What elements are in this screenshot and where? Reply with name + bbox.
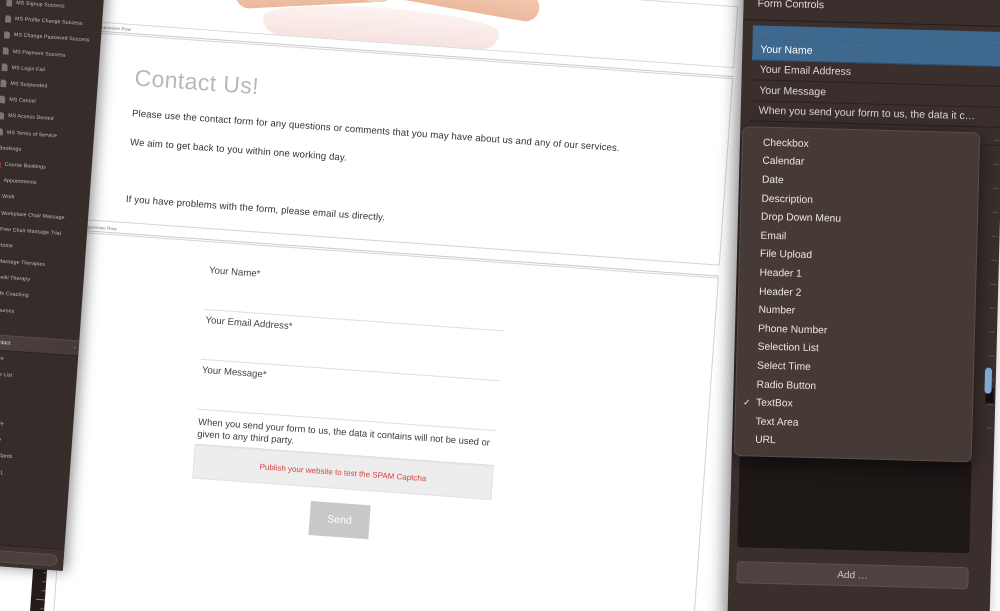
sidebar-item-label: MS Signup Success xyxy=(16,0,65,10)
ruler-tick xyxy=(42,572,47,574)
ruler-tick xyxy=(35,598,45,601)
dropdown-option-label: Number xyxy=(758,304,796,317)
ruler-tick xyxy=(42,581,47,583)
form-control-label: Your Message xyxy=(759,84,827,99)
sidebar-item-label: Course Bookings xyxy=(4,161,47,171)
dropdown-option-label: Text Area xyxy=(755,416,799,429)
add-control-button[interactable]: Add … xyxy=(736,561,969,590)
document-icon xyxy=(5,15,12,23)
sidebar-item-label: MS Profile Change Success xyxy=(14,16,83,28)
sidebar-item-label: MS Suspended xyxy=(10,80,48,90)
contact-form[interactable]: Your Name* Your Email Address* Your Mess… xyxy=(189,260,508,548)
sidebar-item-label: Reiki Therapy xyxy=(0,274,31,284)
sidebar-item-label: Free Chair Massage Trial xyxy=(0,226,62,237)
paragraph-2: We aim to get back to you within one wor… xyxy=(129,137,348,164)
form-control-label: When you send your form to us, the data … xyxy=(758,104,976,123)
dropdown-option-label: Drop Down Menu xyxy=(760,211,842,225)
page-canvas: Responsive Row Contact Us! Please use th… xyxy=(41,0,761,611)
dropdown-option-label: Checkbox xyxy=(762,137,809,150)
dropdown-option-label: Header 1 xyxy=(759,267,802,280)
send-button[interactable]: Send xyxy=(308,501,371,540)
dropdown-option-label: Description xyxy=(761,193,814,206)
sidebar-item-label: Bookings xyxy=(0,145,22,153)
sidebar-item-label: posts xyxy=(0,404,1,411)
paragraph-3: If you have problems with the form, plea… xyxy=(125,194,386,224)
dropdown-option-label: Select Time xyxy=(756,360,811,373)
control-type-dropdown[interactable]: Checkbox Calendar Date Description Drop Down… xyxy=(733,126,981,463)
document-icon xyxy=(0,96,6,104)
sidebar-item-label: At Home xyxy=(0,242,14,250)
dropdown-option-label: Selection List xyxy=(757,341,819,355)
page-title: Contact Us! xyxy=(133,64,260,100)
dropdown-option-label: Email xyxy=(760,230,787,243)
dropdown-option-label: TextBox xyxy=(755,397,793,410)
sidebar-item-label: Price List xyxy=(0,371,13,380)
document-icon xyxy=(4,31,11,39)
text-content-block[interactable]: Contact Us! Please use the contact form … xyxy=(81,32,734,266)
sidebar-item-label: Site Standards xyxy=(0,452,13,461)
panel-preview-area xyxy=(737,455,972,554)
sidebar-item-label: Workplace Chair Massage xyxy=(1,210,65,221)
sidebar-item-badge: • xyxy=(73,345,76,352)
document-icon xyxy=(6,0,13,7)
document-icon xyxy=(0,112,4,120)
dropdown-option-label: Date xyxy=(761,174,784,187)
dropdown-option-label: Phone Number xyxy=(757,323,828,337)
form-control-label: Your Email Address xyxy=(759,63,852,79)
search-input[interactable]: Search xyxy=(0,547,58,566)
sidebar-item-label: MS Cancel xyxy=(9,97,36,105)
sidebar-item-label: MS Access Denied xyxy=(7,113,54,123)
sidebar-item-label: Massage Therapies xyxy=(0,258,46,268)
sidebar-item-label: MS Terms of Service xyxy=(6,129,58,139)
sidebar-item-label: Contact xyxy=(0,339,11,347)
form-control-label: Your Name xyxy=(760,43,813,57)
dropdown-option-label: Radio Button xyxy=(756,379,817,392)
scrollbar-thumb[interactable] xyxy=(984,367,993,394)
sidebar-item-label: archive xyxy=(0,420,4,428)
document-icon xyxy=(1,63,8,71)
dropdown-option-label: Calendar xyxy=(762,156,805,169)
field-your-email-label: Your Email Address* xyxy=(205,315,293,333)
sidebar-item-label: Courses xyxy=(0,306,15,315)
sidebar-item-label: Store xyxy=(0,355,4,363)
sidebar-item-label: MS Login 1 xyxy=(0,468,4,476)
form-controls-panel[interactable]: Form Controls Your Name Your Email Addres… xyxy=(727,0,1000,611)
contact-form-block[interactable]: Your Name* Your Email Address* Your Mess… xyxy=(49,231,719,611)
ruler-tick xyxy=(40,608,45,610)
dropdown-option-label: File Upload xyxy=(759,249,813,262)
field-your-name-label: Your Name* xyxy=(208,265,261,280)
checkmark-icon: ✓ xyxy=(742,397,751,408)
sidebar-item-label: 404 Page xyxy=(0,436,1,444)
sidebar-item-label: MS Login Fail xyxy=(11,64,46,74)
ruler-tick xyxy=(41,590,46,592)
field-your-message-label: Your Message* xyxy=(201,364,267,381)
document-icon xyxy=(0,128,3,136)
document-icon xyxy=(0,160,1,168)
sidebar-item-label: Life Coaching xyxy=(0,290,29,300)
sidebar-item-label: At Work xyxy=(0,193,15,201)
app-window: ▾MS Signup Success▾MS Profile Change Suc… xyxy=(0,0,1000,611)
dropdown-option-label: URL xyxy=(754,434,776,447)
dropdown-option-label: Header 2 xyxy=(758,286,802,299)
spam-captcha-text: Publish your website to test the SPAM Ca… xyxy=(259,461,427,483)
document-icon xyxy=(3,47,10,55)
sidebar-item-label: Appointments xyxy=(3,177,37,187)
document-icon xyxy=(0,79,7,87)
sidebar-item-label: MS Change Password Success xyxy=(13,32,90,44)
sidebar-item-label: MS Payment Success xyxy=(12,48,66,59)
panel-title: Form Controls xyxy=(757,0,825,12)
sidebar-footer: ‹ › Search xyxy=(0,540,65,571)
